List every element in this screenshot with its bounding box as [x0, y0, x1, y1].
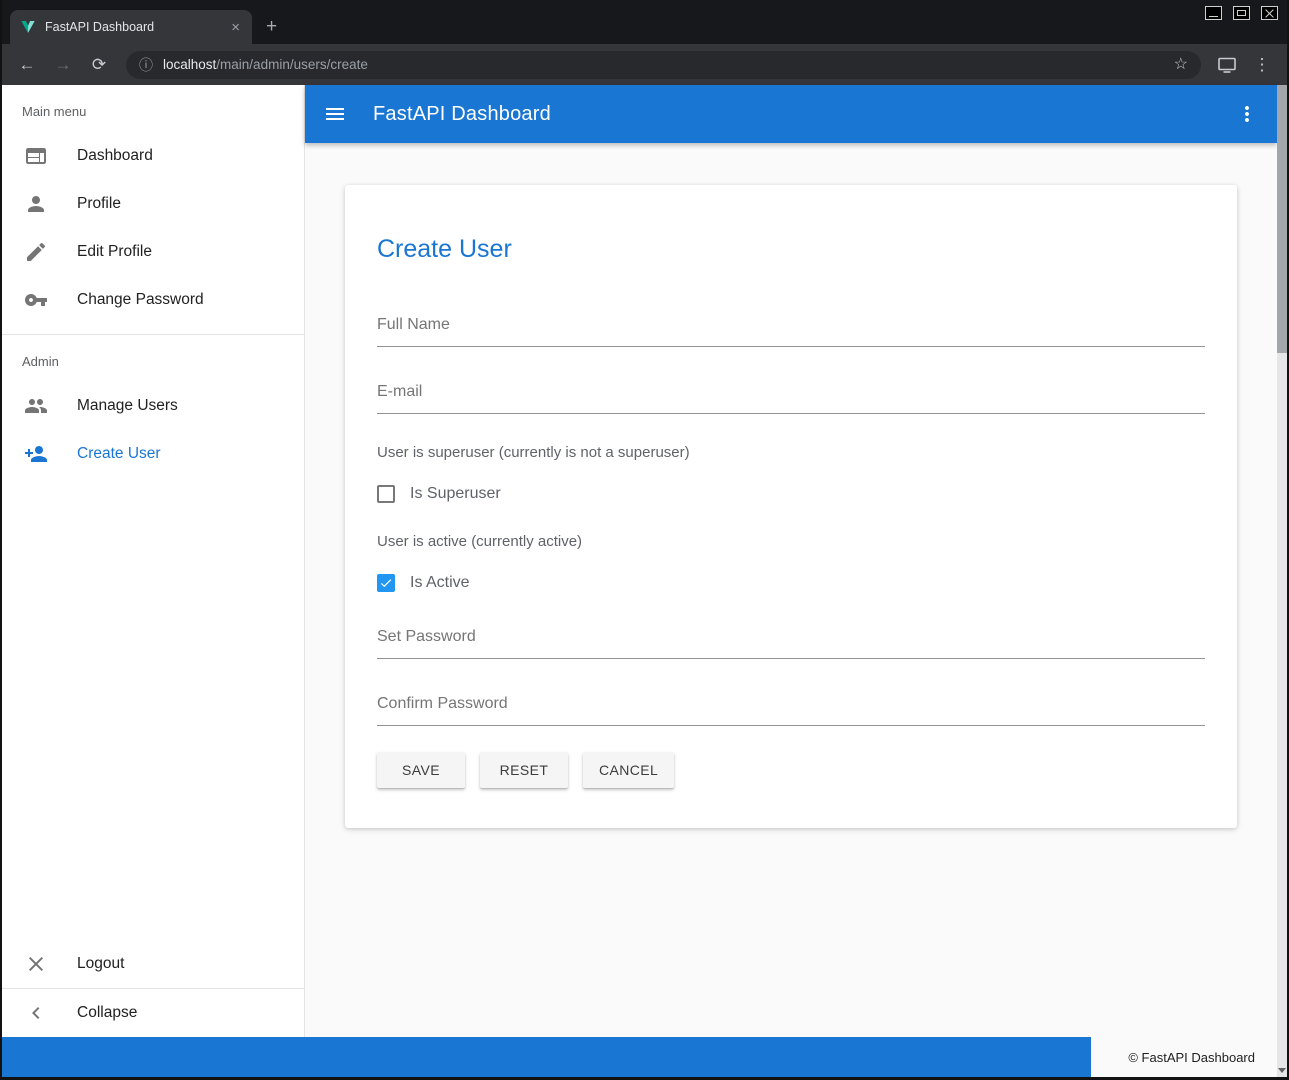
window-minimize-button[interactable] [1205, 6, 1222, 20]
superuser-hint: User is superuser (currently is not a su… [377, 444, 1205, 461]
chevron-left-icon [24, 1001, 48, 1025]
scrollbar-down-arrow-icon[interactable] [1278, 1068, 1286, 1073]
cancel-button[interactable]: CANCEL [583, 752, 674, 788]
url-text: localhost/main/admin/users/create [163, 57, 1164, 72]
set-password-input[interactable] [377, 628, 1205, 659]
sidebar-section-admin: Admin [2, 335, 304, 382]
sidebar-item-dashboard[interactable]: Dashboard [2, 132, 304, 180]
tab-title: FastAPI Dashboard [45, 20, 218, 34]
browser-tab-strip: FastAPI Dashboard × + [2, 0, 1287, 44]
browser-tab[interactable]: FastAPI Dashboard × [10, 10, 252, 44]
sidebar-item-create-user[interactable]: Create User [2, 430, 304, 478]
content-area: Create User User is superuser (currently… [305, 143, 1277, 1037]
footer-copyright-area: © FastAPI Dashboard [1091, 1037, 1277, 1077]
is-superuser-checkbox[interactable]: Is Superuser [377, 485, 1205, 503]
pencil-icon [24, 240, 48, 264]
sidebar-item-label: Create User [77, 445, 161, 463]
full-name-input[interactable] [377, 316, 1205, 347]
page-scrollbar[interactable] [1277, 85, 1287, 1077]
bookmark-star-icon[interactable]: ☆ [1174, 57, 1188, 73]
checkbox-label: Is Superuser [410, 485, 501, 503]
url-host: localhost [163, 57, 216, 72]
sidebar-item-collapse[interactable]: Collapse [2, 989, 304, 1037]
active-hint: User is active (currently active) [377, 533, 1205, 550]
sidebar-item-label: Dashboard [77, 147, 153, 165]
address-bar[interactable]: ⓘ localhost/main/admin/users/create ☆ [126, 51, 1201, 79]
fastapi-dashboard-favicon [20, 19, 36, 35]
window-controls [1205, 6, 1278, 20]
sidebar-item-edit-profile[interactable]: Edit Profile [2, 228, 304, 276]
footer-copyright: © FastAPI Dashboard [1128, 1050, 1255, 1065]
page-title: Create User [377, 235, 1205, 264]
is-active-checkbox[interactable]: Is Active [377, 574, 1205, 592]
url-path: /main/admin/users/create [216, 57, 368, 72]
back-icon[interactable]: ← [12, 56, 42, 73]
menu-icon[interactable] [323, 102, 347, 126]
new-tab-icon[interactable]: + [266, 17, 277, 36]
save-button[interactable]: SAVE [377, 752, 465, 788]
people-icon [24, 394, 48, 418]
sidebar-item-logout[interactable]: Logout [2, 940, 304, 988]
person-icon [24, 192, 48, 216]
sidebar-item-label: Collapse [77, 1004, 137, 1022]
browser-toolbar: ← → ⟳ ⓘ localhost/main/admin/users/creat… [2, 44, 1287, 85]
sidebar-item-manage-users[interactable]: Manage Users [2, 382, 304, 430]
sidebar-item-change-password[interactable]: Change Password [2, 276, 304, 324]
checkbox-unchecked-icon [377, 485, 395, 503]
page: Main menu Dashboard Profile [2, 85, 1287, 1077]
sidebar-item-label: Profile [77, 195, 121, 213]
window-maximize-button[interactable] [1233, 6, 1250, 20]
browser-menu-icon[interactable]: ⋮ [1247, 56, 1277, 73]
reload-icon[interactable]: ⟳ [84, 56, 114, 73]
tab-close-icon[interactable]: × [227, 19, 244, 36]
footer: © FastAPI Dashboard [2, 1037, 1277, 1077]
forward-icon[interactable]: → [48, 56, 78, 73]
app-bar-title: FastAPI Dashboard [373, 103, 551, 126]
close-icon [24, 952, 48, 976]
sidebar-item-label: Manage Users [77, 397, 178, 415]
key-icon [24, 288, 48, 312]
create-user-card: Create User User is superuser (currently… [345, 185, 1237, 828]
reset-button[interactable]: RESET [480, 752, 568, 788]
checkbox-checked-icon [377, 574, 395, 592]
person-add-icon [24, 442, 48, 466]
dashboard-icon [24, 144, 48, 168]
main-area: FastAPI Dashboard Create User User is su… [305, 85, 1277, 1037]
email-input[interactable] [377, 383, 1205, 414]
confirm-password-input[interactable] [377, 695, 1205, 726]
browser-window: FastAPI Dashboard × + ← → ⟳ ⓘ localhost/… [0, 0, 1289, 1080]
app-bar: FastAPI Dashboard [305, 85, 1277, 143]
sidebar-item-label: Logout [77, 955, 124, 973]
sidebar-item-label: Edit Profile [77, 243, 152, 261]
sidebar-item-label: Change Password [77, 291, 204, 309]
window-close-button[interactable] [1261, 6, 1278, 20]
checkbox-label: Is Active [410, 574, 470, 592]
footer-bar [2, 1037, 1091, 1077]
sidebar: Main menu Dashboard Profile [2, 85, 305, 1037]
site-info-icon[interactable]: ⓘ [139, 58, 153, 72]
sidebar-section-main-menu: Main menu [2, 85, 304, 132]
app-bar-menu-icon[interactable] [1235, 102, 1259, 126]
sidebar-spacer [2, 478, 304, 940]
cast-icon[interactable] [1217, 56, 1237, 74]
sidebar-item-profile[interactable]: Profile [2, 180, 304, 228]
form-actions: SAVE RESET CANCEL [377, 752, 1205, 788]
scrollbar-thumb[interactable] [1277, 85, 1287, 353]
